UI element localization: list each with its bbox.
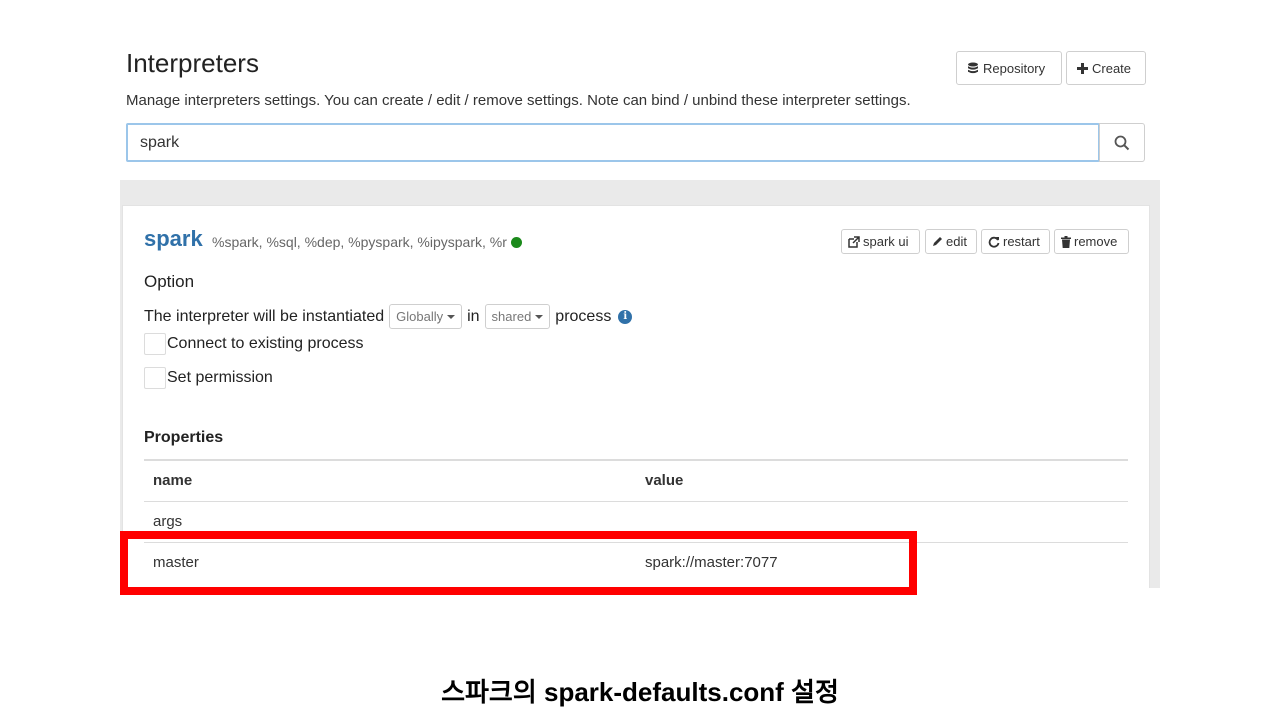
remove-button[interactable]: remove [1054,229,1129,254]
trash-icon [1061,235,1071,248]
chevron-down-icon [447,314,456,319]
column-header-value: value [636,459,1128,501]
spark-ui-label: spark ui [863,234,909,249]
spark-ui-button[interactable]: spark ui [841,229,920,254]
interpreter-card: spark %spark, %sql, %dep, %pyspark, %ipy… [122,205,1150,588]
edit-label: edit [946,234,967,249]
table-row: args [144,500,1128,542]
property-name: args [144,500,636,542]
connect-existing-checkbox[interactable] [144,333,166,355]
chevron-down-icon [535,314,544,319]
interpreter-tags: %spark, %sql, %dep, %pyspark, %ipyspark,… [212,234,522,250]
mode-select[interactable]: shared [484,304,551,329]
scope-select[interactable]: Globally [389,304,463,329]
interpreter-name: spark [144,226,203,251]
property-name: master [144,541,636,583]
search-button[interactable] [1099,123,1145,162]
properties-title: Properties [144,429,224,446]
instantiation-option: The interpreter will be instantiated Glo… [144,304,633,329]
page-title: Interpreters [126,48,259,78]
column-header-name: name [144,459,636,501]
connect-existing-label: Connect to existing process [167,335,364,352]
property-value: spark://master:7077 [636,541,1128,583]
set-permission-checkbox[interactable] [144,367,166,389]
edit-button[interactable]: edit [925,229,977,254]
connect-existing-option[interactable]: Connect to existing process [144,333,364,355]
interpreter-tags-text: %spark, %sql, %dep, %pyspark, %ipyspark,… [212,234,507,250]
set-permission-option[interactable]: Set permission [144,367,273,389]
repository-button[interactable]: Repository [956,51,1062,85]
set-permission-label: Set permission [167,369,273,386]
info-icon[interactable]: i [618,309,633,324]
slide-caption: 스파크의 spark-defaults.conf 설정 [441,677,839,707]
mode-value: shared [491,309,532,324]
repository-label: Repository [983,60,1046,76]
create-button[interactable]: Create [1066,51,1146,85]
search-icon [1114,135,1130,150]
option-title: Option [144,272,195,291]
property-value [636,500,1128,542]
process-text: process [555,307,612,325]
in-text: in [467,307,480,325]
remove-label: remove [1074,234,1118,249]
restart-label: restart [1003,234,1040,249]
external-link-icon [848,235,860,248]
instantiation-text: The interpreter will be instantiated [144,307,385,325]
create-label: Create [1092,60,1132,76]
search-input[interactable] [126,123,1100,162]
properties-table: name value args master spark://master:70… [144,459,1128,583]
page-description: Manage interpreters settings. You can cr… [126,92,911,109]
pencil-icon [933,237,942,246]
scope-value: Globally [396,309,444,324]
refresh-icon [988,236,1000,248]
database-icon [968,62,978,73]
plus-icon [1077,62,1088,74]
status-indicator [510,237,522,248]
restart-button[interactable]: restart [981,229,1050,254]
table-row: master spark://master:7077 [144,541,1128,583]
table-header-row: name value [144,459,1128,501]
